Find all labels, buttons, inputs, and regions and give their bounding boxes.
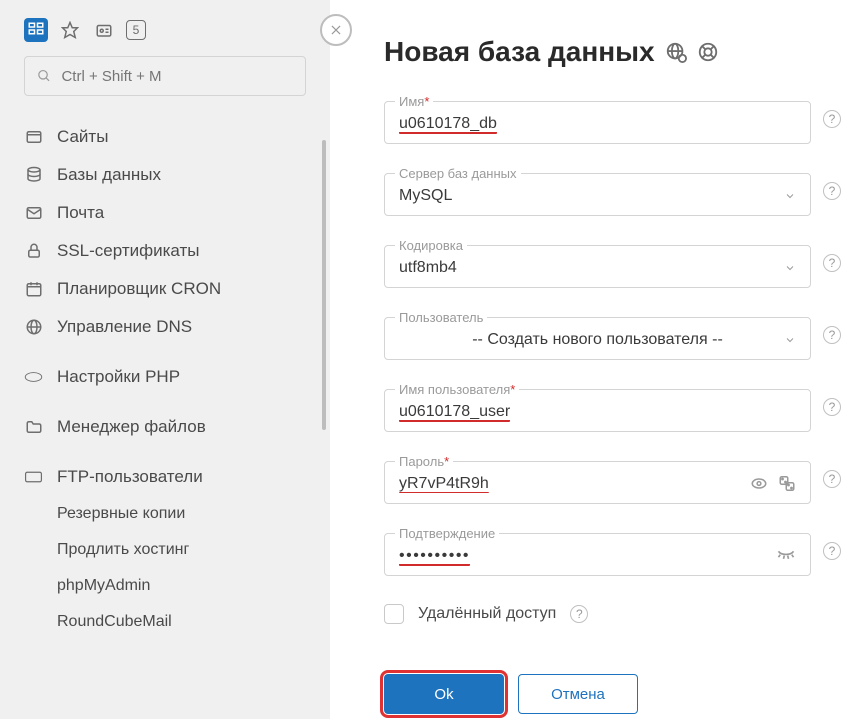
nav-databases[interactable]: Базы данных (0, 156, 330, 194)
lifebuoy-icon[interactable] (697, 41, 719, 63)
encoding-label: Кодировка (395, 238, 467, 253)
nav-label: Резервные копии (57, 505, 185, 523)
password-field[interactable]: Пароль* yR7vP4tR9h (384, 454, 811, 504)
globe-icon (24, 318, 43, 337)
username-value: u0610178_user (399, 403, 510, 422)
nav-ftp[interactable]: FTP-пользователи (0, 458, 330, 496)
calendar-icon (24, 280, 43, 299)
close-icon (329, 23, 343, 37)
search-input[interactable] (61, 68, 293, 85)
username-label: Имя пользователя (399, 382, 510, 397)
nav-dns[interactable]: Управление DNS (0, 308, 330, 346)
server-label: Сервер баз данных (395, 166, 521, 181)
nav-label: Базы данных (57, 165, 161, 185)
ok-button[interactable]: Ok (384, 674, 504, 714)
user-label: Пользователь (395, 310, 487, 325)
nav-ssl[interactable]: SSL-сертификаты (0, 232, 330, 270)
search-box[interactable] (24, 56, 306, 96)
nav-label: RoundCubeMail (57, 613, 172, 631)
encoding-field[interactable]: Кодировка utf8mb4 (384, 238, 811, 288)
help-icon[interactable]: ? (570, 605, 588, 623)
counter-badge-value: 5 (133, 23, 140, 37)
nav-label: phpMyAdmin (57, 577, 150, 595)
sitemap-icon[interactable] (24, 18, 48, 42)
search-icon (37, 68, 51, 84)
nav-label: FTP-пользователи (57, 467, 203, 487)
scrollbar-thumb[interactable] (322, 140, 326, 430)
sidebar: 5 Сайты Базы данных Почта SSL-сертификат… (0, 0, 330, 719)
nav-label: Продлить хостинг (57, 541, 189, 559)
help-icon[interactable]: ? (823, 182, 841, 200)
php-icon (24, 368, 43, 387)
page-title-row: Новая база данных (384, 36, 841, 68)
chevron-down-icon (784, 261, 796, 279)
eye-icon[interactable] (750, 475, 768, 498)
window-icon (24, 128, 43, 147)
password-value: yR7vP4tR9h (399, 475, 489, 493)
nav-sites[interactable]: Сайты (0, 118, 330, 156)
chevron-down-icon (784, 189, 796, 207)
help-icon[interactable]: ? (823, 254, 841, 272)
confirm-field[interactable]: Подтверждение •••••••••• (384, 526, 811, 576)
remote-access-checkbox[interactable] (384, 604, 404, 624)
help-icon[interactable]: ? (823, 470, 841, 488)
nav: Сайты Базы данных Почта SSL-сертификаты … (0, 114, 330, 640)
password-label: Пароль (399, 454, 444, 469)
ok-button-label: Ok (434, 686, 453, 703)
server-field[interactable]: Сервер баз данных MySQL (384, 166, 811, 216)
cancel-button-label: Отмена (551, 686, 605, 703)
help-icon[interactable]: ? (823, 110, 841, 128)
name-label: Имя (399, 94, 424, 109)
button-row: Ok Отмена (384, 674, 841, 714)
nav-cron[interactable]: Планировщик CRON (0, 270, 330, 308)
nav-mail[interactable]: Почта (0, 194, 330, 232)
eye-closed-icon[interactable] (776, 548, 796, 569)
cancel-button[interactable]: Отмена (518, 674, 638, 714)
username-field[interactable]: Имя пользователя* u0610178_user (384, 382, 811, 432)
remote-access-label: Удалённый доступ (418, 605, 556, 623)
nav-php[interactable]: Настройки PHP (0, 358, 330, 396)
help-icon[interactable]: ? (823, 542, 841, 560)
lock-icon (24, 242, 43, 261)
folder-icon (24, 418, 43, 437)
globe-settings-icon[interactable] (665, 41, 687, 63)
top-icon-row: 5 (0, 10, 330, 56)
badge-id-icon[interactable] (92, 18, 116, 42)
remote-access-row: Удалённый доступ ? (384, 604, 841, 624)
confirm-value: •••••••••• (399, 547, 470, 566)
star-icon[interactable] (58, 18, 82, 42)
nav-label: SSL-сертификаты (57, 241, 200, 261)
nav-label: Менеджер файлов (57, 417, 206, 437)
help-icon[interactable]: ? (823, 398, 841, 416)
main-panel: Новая база данных Имя* u0610178_db ? Сер… (330, 0, 855, 719)
nav-label: Настройки PHP (57, 367, 180, 387)
confirm-label: Подтверждение (395, 526, 499, 541)
nav-roundcube[interactable]: RoundCubeMail (0, 604, 330, 640)
server-value: MySQL (399, 187, 796, 209)
help-icon[interactable]: ? (823, 326, 841, 344)
user-value: -- Создать нового пользователя -- (399, 331, 796, 353)
nav-backups[interactable]: Резервные копии (0, 496, 330, 532)
ftp-icon (24, 468, 43, 487)
database-icon (24, 166, 43, 185)
name-field[interactable]: Имя* u0610178_db (384, 94, 811, 144)
nav-label: Сайты (57, 127, 108, 147)
mail-icon (24, 204, 43, 223)
dice-icon[interactable] (778, 475, 796, 498)
nav-label: Планировщик CRON (57, 279, 221, 299)
nav-extend[interactable]: Продлить хостинг (0, 532, 330, 568)
page-title: Новая база данных (384, 36, 655, 68)
name-value: u0610178_db (399, 115, 497, 134)
nav-phpmyadmin[interactable]: phpMyAdmin (0, 568, 330, 604)
counter-badge[interactable]: 5 (126, 20, 146, 40)
chevron-down-icon (784, 333, 796, 351)
nav-files[interactable]: Менеджер файлов (0, 408, 330, 446)
close-button[interactable] (320, 14, 352, 46)
user-field[interactable]: Пользователь -- Создать нового пользоват… (384, 310, 811, 360)
encoding-value: utf8mb4 (399, 259, 796, 281)
nav-label: Почта (57, 203, 104, 223)
nav-label: Управление DNS (57, 317, 192, 337)
